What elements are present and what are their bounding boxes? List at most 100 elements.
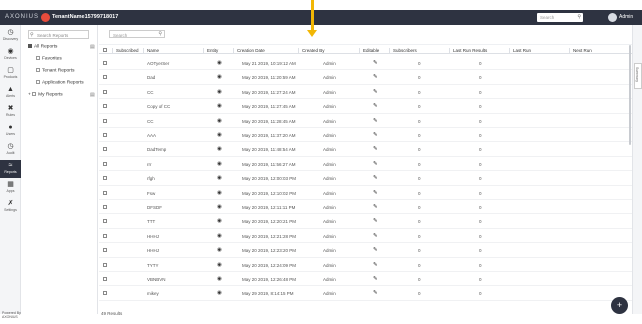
col-subscribed[interactable]: Subscribed	[112, 47, 139, 54]
add-report-button[interactable]: +	[611, 297, 628, 314]
view-icon[interactable]: ◉	[217, 247, 222, 253]
cell-name[interactable]: DFSDF	[147, 205, 162, 210]
tree-item-my-reports[interactable]: + My Reports	[28, 92, 63, 97]
row-checkbox[interactable]	[103, 75, 107, 80]
avatar[interactable]	[608, 13, 617, 22]
cell-name[interactable]: rrr	[147, 162, 152, 167]
row-checkbox[interactable]	[103, 248, 107, 253]
edit-icon[interactable]: ✎	[373, 74, 378, 80]
view-icon[interactable]: ◉	[217, 204, 222, 210]
cell-name[interactable]: Dad	[147, 75, 155, 80]
scrollbar[interactable]	[629, 45, 631, 145]
col-created-by[interactable]: Created By	[298, 47, 325, 54]
table-row[interactable]: AAA ◉ May 20 2019, 11:37:20 AM Admin ✎ 0…	[99, 128, 632, 143]
cell-name[interactable]: Fsw	[147, 191, 155, 196]
nav-item-users[interactable]: ● Users	[0, 122, 21, 140]
table-row[interactable]: AOTyerSer ◉ May 21 2019, 10:19:12 AM Adm…	[99, 56, 632, 71]
row-checkbox[interactable]	[103, 176, 107, 181]
cell-name[interactable]: mikey	[147, 291, 159, 296]
col-last-run-results[interactable]: Last Run Results	[449, 47, 487, 54]
nav-item-rules[interactable]: ✖ Rules	[0, 103, 21, 121]
row-checkbox[interactable]	[103, 277, 107, 281]
nav-item-dashboard[interactable]: ◷ Discovery	[0, 27, 21, 45]
view-icon[interactable]: ◉	[217, 103, 222, 109]
table-row[interactable]: DFSDF ◉ May 20 2019, 12:11:11 PM Admin ✎…	[99, 200, 632, 215]
table-row[interactable]: CC ◉ May 20 2019, 11:28:45 AM Admin ✎ 0 …	[99, 114, 632, 128]
row-checkbox[interactable]	[103, 104, 107, 109]
view-icon[interactable]: ◉	[217, 118, 222, 124]
table-search-input[interactable]: Search ⚲	[109, 30, 165, 38]
nav-item-apps[interactable]: ▦ Apps	[0, 179, 21, 197]
edit-icon[interactable]: ✎	[373, 276, 378, 282]
col-entity[interactable]: Entity	[203, 47, 218, 54]
cell-name[interactable]: CC	[147, 119, 154, 124]
table-row[interactable]: DadTemp ◉ May 20 2019, 11:48:54 AM Admin…	[99, 142, 632, 157]
edit-icon[interactable]: ✎	[373, 190, 378, 196]
table-row[interactable]: HHHJ ◉ May 20 2019, 12:23:20 PM Admin ✎ …	[99, 243, 632, 258]
table-row[interactable]: Copy of CC ◉ May 20 2019, 11:27:45 AM Ad…	[99, 99, 632, 114]
cell-name[interactable]: TTT	[147, 219, 155, 224]
nav-item-alerts[interactable]: ▲ Alerts	[0, 84, 21, 102]
folder-add-icon[interactable]: ▤	[90, 92, 95, 98]
tenant-name[interactable]: TenantName15799718017	[52, 14, 118, 20]
user-menu-label[interactable]: Admin	[619, 14, 633, 20]
table-row[interactable]: CC ◉ May 20 2019, 11:27:24 AM Admin ✎ 0 …	[99, 85, 632, 100]
edit-icon[interactable]: ✎	[373, 146, 378, 152]
edit-icon[interactable]: ✎	[373, 233, 378, 239]
tree-item-application-reports[interactable]: Application Reports	[36, 80, 84, 85]
view-icon[interactable]: ◉	[217, 233, 222, 239]
view-icon[interactable]: ◉	[217, 175, 222, 181]
global-search-input[interactable]: Search ⚲	[537, 13, 583, 22]
tree-item-favorites[interactable]: Favorites	[36, 56, 62, 61]
table-row[interactable]: Fsw ◉ May 20 2019, 12:10:02 PM Admin ✎ 0…	[99, 186, 632, 200]
cell-name[interactable]: Copy of CC	[147, 104, 170, 109]
cell-name[interactable]: CC	[147, 90, 154, 95]
tree-item-tenant-reports[interactable]: Tenant Reports	[36, 68, 75, 73]
col-editable[interactable]: Editable	[359, 47, 379, 54]
view-icon[interactable]: ◉	[217, 190, 222, 196]
tree-search-input[interactable]: ⚲ Search Reports	[28, 30, 89, 39]
view-icon[interactable]: ◉	[217, 74, 222, 80]
folder-add-icon[interactable]: ▤	[90, 44, 95, 50]
row-checkbox[interactable]	[103, 118, 107, 123]
nav-item-products[interactable]: ▢ Products	[0, 65, 21, 83]
edit-icon[interactable]: ✎	[373, 161, 378, 167]
view-icon[interactable]: ◉	[217, 146, 222, 152]
nav-item-reports[interactable]: ≈ Reports	[0, 160, 21, 178]
table-row[interactable]: TTT ◉ May 20 2019, 12:20:21 PM Admin ✎ 0…	[99, 214, 632, 229]
cell-name[interactable]: AAA	[147, 133, 156, 138]
col-last-run[interactable]: Last Run	[509, 47, 531, 54]
row-checkbox[interactable]	[103, 219, 107, 224]
edit-icon[interactable]: ✎	[373, 218, 378, 224]
tree-item-all-reports[interactable]: All Reports	[28, 44, 57, 49]
edit-icon[interactable]: ✎	[373, 262, 378, 268]
edit-icon[interactable]: ✎	[373, 204, 378, 210]
edit-icon[interactable]: ✎	[373, 60, 378, 66]
row-checkbox[interactable]	[103, 190, 107, 195]
cell-name[interactable]: HHHJ	[147, 234, 159, 239]
table-row[interactable]: mikey ◉ May 29 2019, 8:14:15 PM Admin ✎ …	[99, 286, 632, 301]
col-next-run[interactable]: Next Run	[569, 47, 592, 54]
cell-name[interactable]: HHHJ	[147, 248, 159, 253]
row-checkbox[interactable]	[103, 205, 107, 209]
row-checkbox[interactable]	[103, 161, 107, 166]
edit-icon[interactable]: ✎	[373, 118, 378, 124]
view-icon[interactable]: ◉	[217, 132, 222, 138]
view-icon[interactable]: ◉	[217, 89, 222, 95]
table-row[interactable]: VBNBVN ◉ May 20 2019, 12:26:48 PM Admin …	[99, 272, 632, 287]
row-checkbox[interactable]	[103, 133, 107, 137]
nav-item-audit[interactable]: ◷ Audit	[0, 141, 21, 159]
nav-item-settings[interactable]: ✗ Settings	[0, 198, 21, 216]
view-icon[interactable]: ◉	[217, 161, 222, 167]
row-checkbox[interactable]	[103, 262, 107, 267]
edit-icon[interactable]: ✎	[373, 247, 378, 253]
row-checkbox[interactable]	[103, 89, 107, 94]
col-name[interactable]: Name	[143, 47, 159, 54]
view-icon[interactable]: ◉	[217, 276, 222, 282]
cell-name[interactable]: TYTY	[147, 263, 159, 268]
row-checkbox[interactable]	[103, 291, 107, 296]
view-icon[interactable]: ◉	[217, 262, 222, 268]
nav-item-devices[interactable]: ◉ Devices	[0, 46, 21, 64]
edit-icon[interactable]: ✎	[373, 89, 378, 95]
row-checkbox[interactable]	[103, 61, 107, 65]
